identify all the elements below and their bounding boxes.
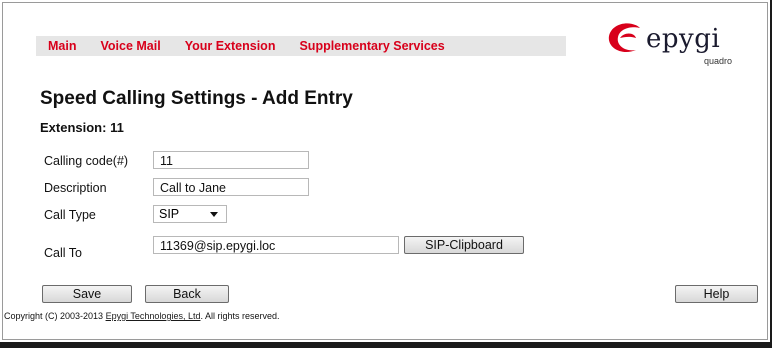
call-to-label: Call To [44, 246, 82, 260]
nav-main[interactable]: Main [48, 39, 76, 53]
sip-clipboard-button[interactable]: SIP-Clipboard [404, 236, 524, 254]
call-type-value: SIP [159, 207, 180, 221]
save-button[interactable]: Save [42, 285, 132, 303]
calling-code-input[interactable]: 11 [153, 151, 309, 169]
logo-wordmark: epygi [646, 24, 721, 54]
copyright-suffix: . All rights reserved. [200, 311, 280, 321]
copyright-prefix: Copyright (C) 2003-2013 [4, 311, 106, 321]
call-to-input[interactable]: 11369@sip.epygi.loc [153, 236, 399, 254]
nav-voice-mail[interactable]: Voice Mail [100, 39, 160, 53]
logo-subtitle: quadro [704, 56, 733, 66]
top-navigation: Main Voice Mail Your Extension Supplemen… [36, 36, 566, 56]
description-label: Description [44, 181, 107, 195]
calling-code-label: Calling code(#) [44, 154, 129, 168]
page-title: Speed Calling Settings - Add Entry [40, 88, 353, 109]
nav-supplementary-services[interactable]: Supplementary Services [299, 39, 444, 53]
copyright-footer: Copyright (C) 2003-2013 Epygi Technologi… [4, 311, 280, 321]
epygi-logo: epygi quadro [606, 22, 736, 72]
description-input[interactable]: Call to Jane [153, 178, 309, 196]
chevron-down-icon [210, 212, 218, 217]
extension-heading: Extension: 11 [40, 120, 124, 135]
epygi-swoosh-icon [608, 23, 640, 53]
call-type-select[interactable]: SIP [153, 205, 227, 223]
call-type-label: Call Type [44, 208, 96, 222]
help-button[interactable]: Help [675, 285, 758, 303]
back-button[interactable]: Back [145, 285, 229, 303]
nav-your-extension[interactable]: Your Extension [185, 39, 276, 53]
company-link[interactable]: Epygi Technologies, Ltd [106, 311, 201, 321]
